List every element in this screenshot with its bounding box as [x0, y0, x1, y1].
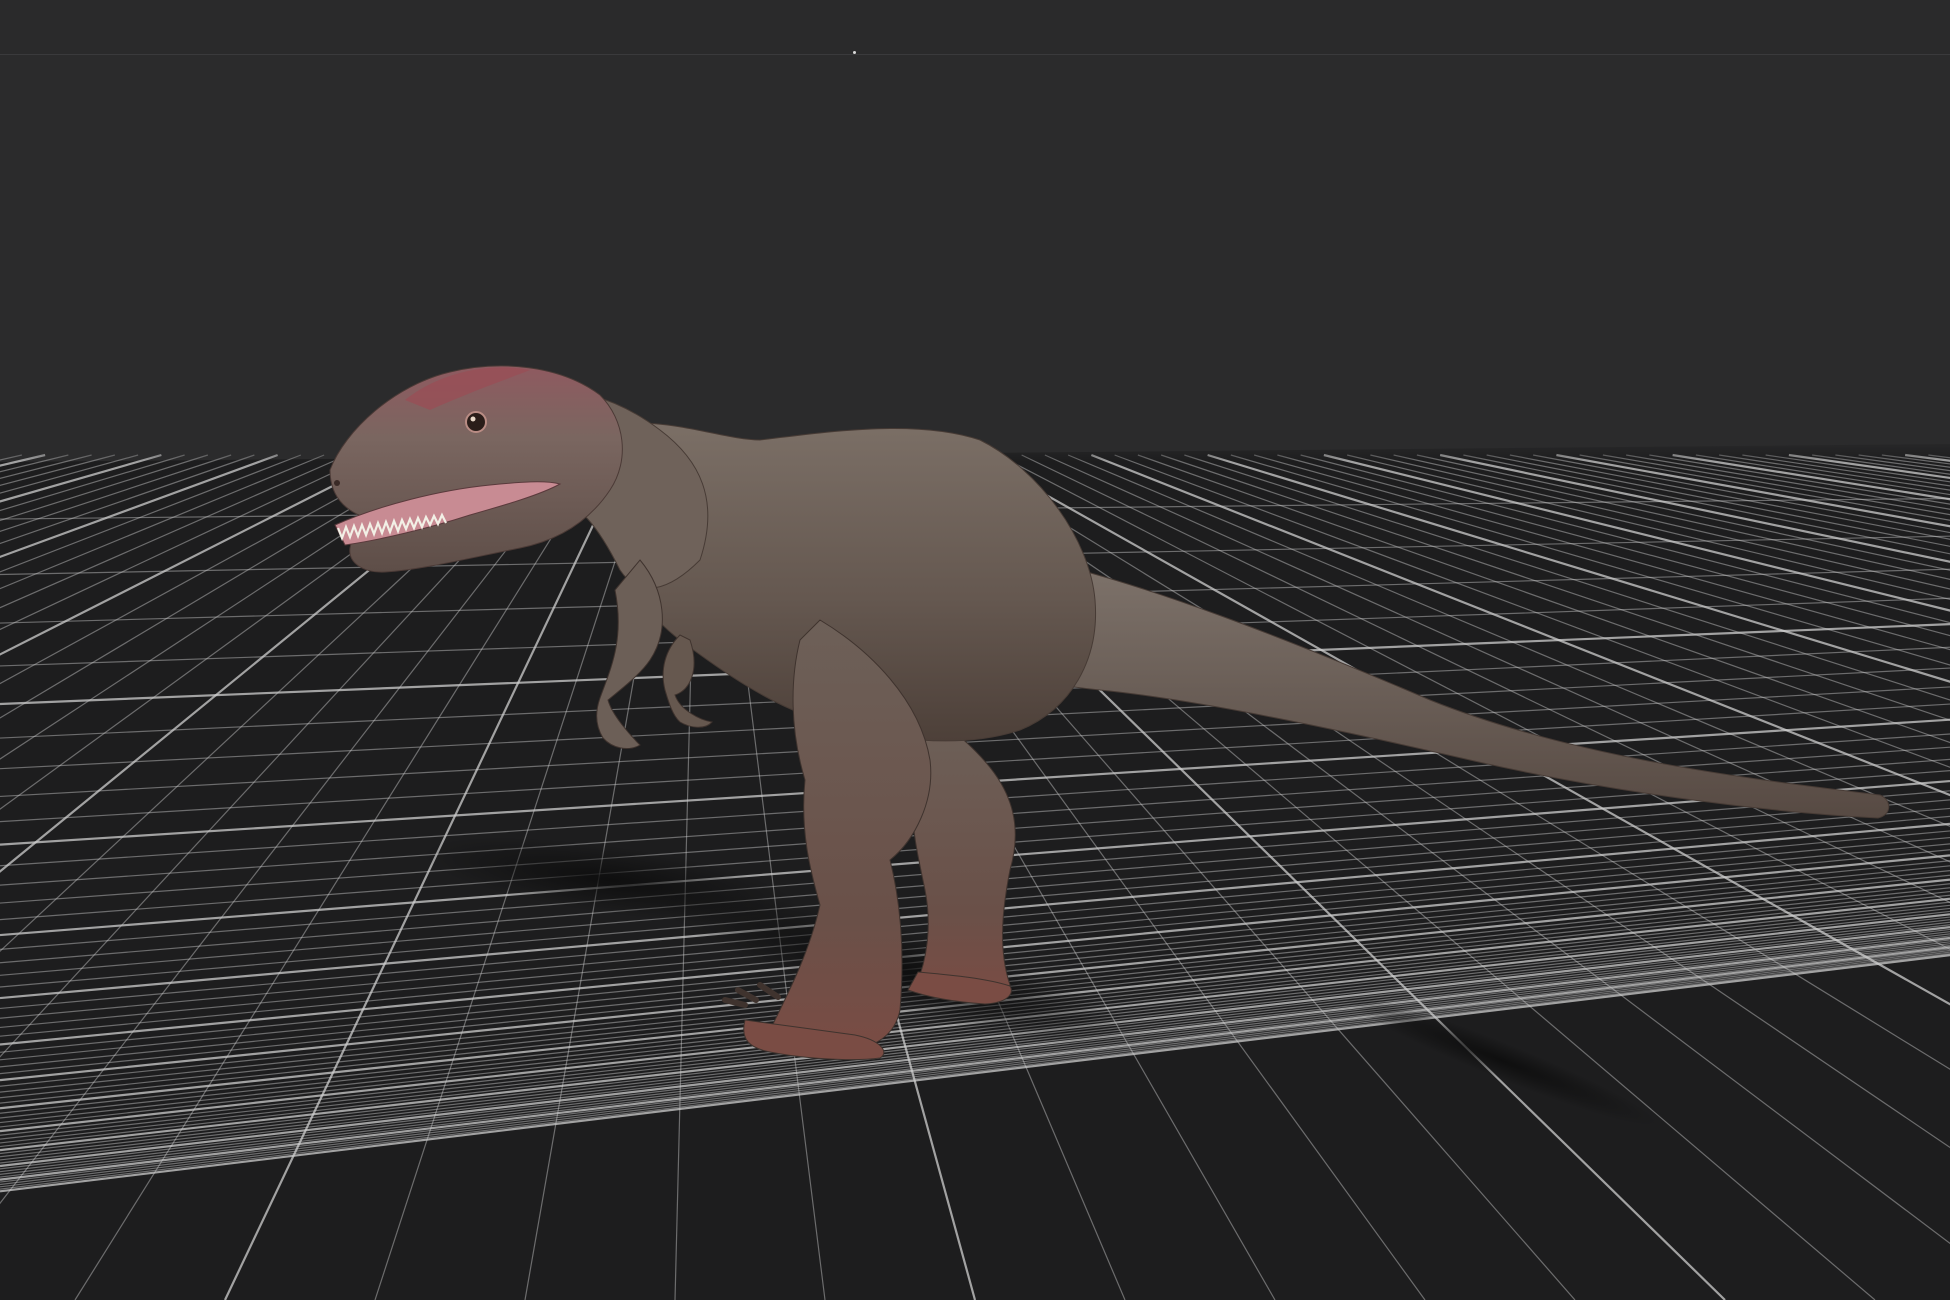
dino-eye: [465, 411, 487, 433]
dino-nostril: [334, 480, 340, 486]
3d-viewport[interactable]: [0, 0, 1950, 1300]
dino-eye-highlight: [470, 416, 476, 422]
scene-canvas[interactable]: [0, 0, 1950, 1300]
3d-viewer-app: [0, 0, 1950, 1300]
